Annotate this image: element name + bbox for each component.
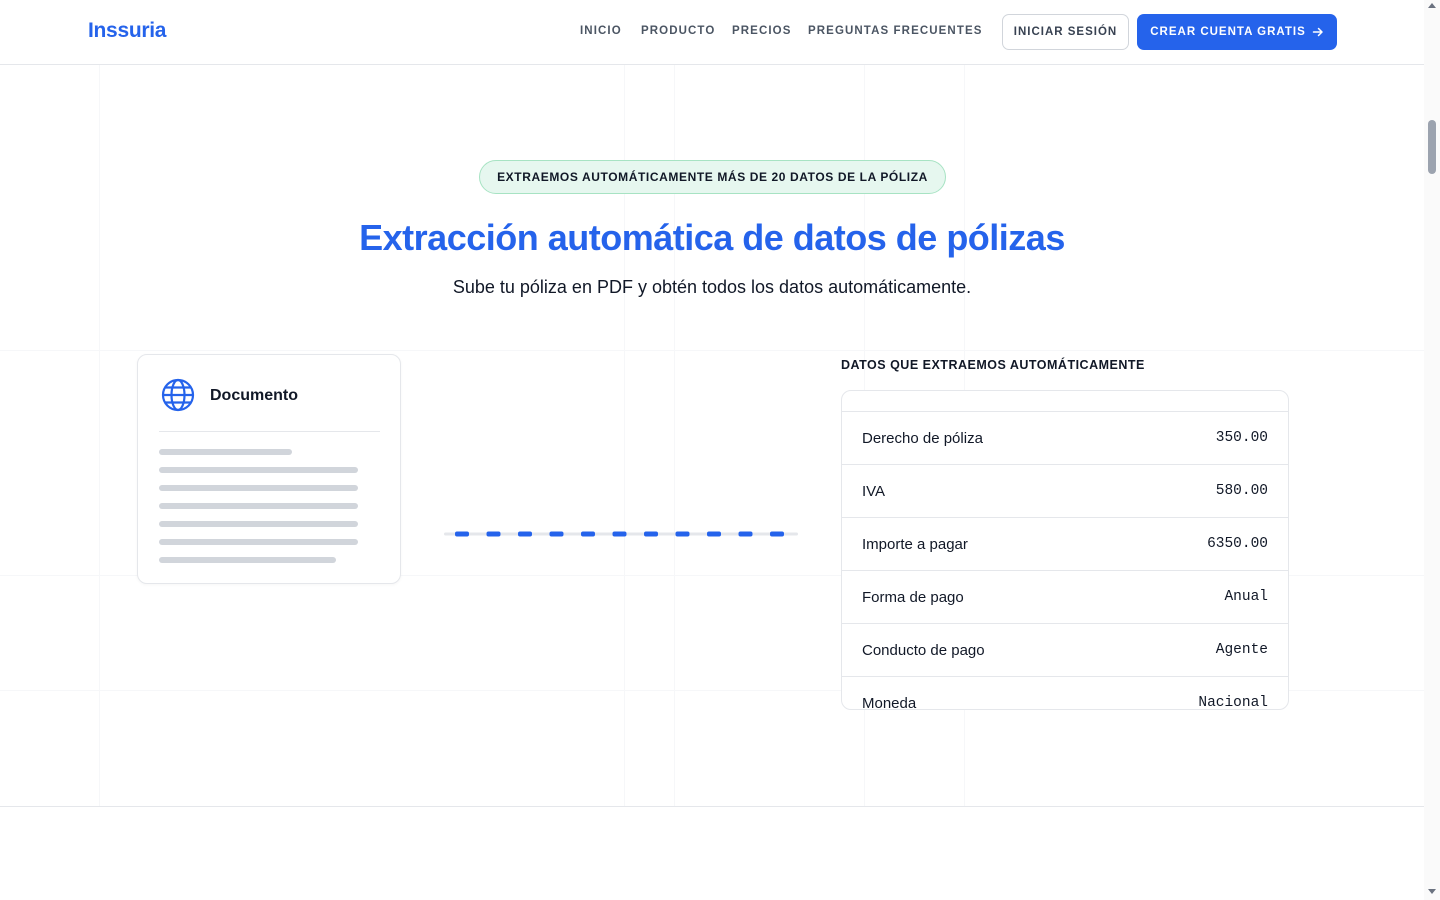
list-item: IVA 580.00 (842, 464, 1288, 517)
field-label: IVA (862, 482, 886, 500)
hero-subtitle: Sube tu póliza en PDF y obtén todos los … (452, 277, 972, 297)
field-label: Conducto de pago (862, 641, 985, 659)
document-title: Documento (210, 387, 298, 404)
scroll-up-icon[interactable] (1428, 3, 1436, 8)
extracted-data-label: DATOS QUE EXTRAEMOS AUTOMÁTICAMENTE (841, 358, 1145, 372)
grid-line (0, 350, 1424, 351)
arrow-right-icon (1312, 27, 1323, 37)
field-value: 6350.00 (1207, 536, 1268, 552)
field-label: Moneda (862, 694, 917, 710)
nav-precios[interactable]: PRECIOS (732, 25, 791, 37)
grid-line (99, 65, 100, 806)
document-text-line (159, 503, 358, 509)
site-header: Inssuria INICIO PRODUCTO PRECIOS PREGUNT… (0, 0, 1424, 65)
field-label: Forma de pago (862, 588, 964, 606)
document-text-line (159, 557, 336, 563)
extracted-data-list[interactable]: Derecho de póliza 350.00 IVA 580.00 Impo… (841, 390, 1289, 710)
extraction-connector (444, 531, 798, 537)
login-button-label: INICIAR SESIÓN (1013, 26, 1118, 38)
page-scrollbar[interactable] (1424, 0, 1440, 900)
document-text-line (159, 485, 358, 491)
nav-producto[interactable]: PRODUCTO (641, 25, 715, 37)
list-item: Derecho de póliza 350.00 (842, 411, 1288, 464)
list-item: Conducto de pago Agente (842, 623, 1288, 676)
document-card: Documento (137, 354, 401, 584)
nav-preguntas-frecuentes[interactable]: PREGUNTAS FRECUENTES (808, 25, 983, 37)
field-value: Nacional (1198, 695, 1268, 710)
document-text-line (159, 449, 292, 455)
field-label: Derecho de póliza (862, 429, 983, 447)
globe-icon (161, 378, 195, 412)
nav-inicio[interactable]: INICIO (580, 25, 622, 37)
create-account-button[interactable]: CREAR CUENTA GRATIS (1137, 14, 1337, 50)
list-item: Forma de pago Anual (842, 570, 1288, 623)
document-divider (159, 431, 380, 432)
field-value: Anual (1224, 589, 1268, 605)
document-text-line (159, 539, 358, 545)
field-value: 350.00 (1215, 430, 1268, 446)
login-button[interactable]: INICIAR SESIÓN (1002, 14, 1129, 50)
feature-badge: EXTRAEMOS AUTOMÁTICAMENTE MÁS DE 20 DATO… (479, 160, 946, 194)
list-item: Moneda Nacional (842, 676, 1288, 710)
field-value: 580.00 (1215, 483, 1268, 499)
list-item: Importe a pagar 6350.00 (842, 517, 1288, 570)
hero-title: Extracción automática de datos de póliza… (359, 217, 1065, 258)
scroll-down-icon[interactable] (1428, 889, 1436, 894)
scrollbar-thumb[interactable] (1428, 120, 1436, 174)
field-value: Agente (1215, 642, 1268, 658)
field-label: Importe a pagar (862, 535, 968, 553)
document-text-line (159, 467, 358, 473)
logo[interactable]: Inssuria (88, 19, 166, 43)
document-text-line (159, 521, 358, 527)
create-account-button-label: CREAR CUENTA GRATIS (1150, 26, 1306, 38)
